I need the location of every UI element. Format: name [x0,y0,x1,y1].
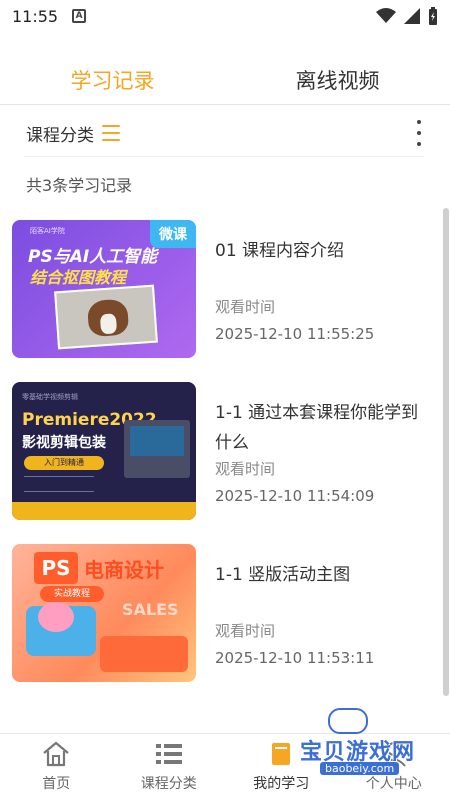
battery-icon [429,7,437,25]
thumb-ps-badge: PS [34,552,78,584]
editing-screen-image [124,420,190,478]
record-title: 01 课程内容介绍 [215,241,345,261]
nav-categories-label: 课程分类 [140,776,197,792]
record-title: 1-1 竖版活动主图 [215,565,351,585]
watermark-logo: 宝贝游戏网 baobeiy.com [300,706,426,776]
status-bar: 11:55 A [0,0,450,32]
view-time-value: 2025-12-10 11:53:11 [215,649,375,667]
nav-home[interactable]: 首页 [0,734,113,800]
thumb-subheadline: 结合抠图教程 [30,268,127,287]
signal-icon [404,8,420,24]
mascot-image [38,602,74,632]
course-thumbnail[interactable]: 零基础学视频剪辑 Premiere2022 影视剪辑包装 入门到精通 [12,382,196,520]
view-time-label: 观看时间 [215,298,276,316]
home-icon [43,741,69,767]
thumb-footer-bar [12,502,196,520]
course-thumbnail[interactable]: 陌客AI学院 PS与AI人工智能 结合抠图教程 微课 [12,220,196,358]
watermark-url: baobeiy.com [320,762,400,775]
filter-divider [24,156,424,157]
thumb-pill: 实战教程 [40,586,104,602]
category-filter-label[interactable]: 课程分类 [26,121,94,146]
nav-profile-label: 个人中心 [365,776,422,792]
more-options-icon[interactable] [414,120,424,146]
list-item[interactable]: 零基础学视频剪辑 Premiere2022 影视剪辑包装 入门到精通 1-1 通… [0,372,450,534]
view-time-label: 观看时间 [215,622,276,640]
filter-row: 课程分类 [0,110,450,156]
gamepad-icon [328,708,368,734]
thumb-headline: 电商设计 [84,558,164,582]
view-time-label: 观看时间 [215,460,276,478]
thumb-subheadline: 影视剪辑包装 [22,435,106,451]
menu-icon[interactable] [102,125,120,141]
record-count: 共3条学习记录 [26,176,133,195]
book-icon [272,743,291,765]
tab-offline-videos[interactable]: 离线视频 [225,56,450,104]
list-item[interactable]: PS 电商设计 实战教程 SALES 1-1 竖版活动主图 观看时间 2025-… [0,534,450,696]
nav-home-label: 首页 [42,776,71,792]
thumb-pill: 入门到精通 [24,456,104,470]
record-title: 1-1 通过本套课程你能学到什么 [215,403,419,453]
wifi-icon [376,8,396,23]
thumb-sales-text: SALES [122,600,179,619]
thumb-card [100,636,188,672]
status-icons [376,7,438,25]
nav-categories[interactable]: 课程分类 [113,734,226,800]
thumb-decoration [24,476,94,492]
view-time-value: 2025-12-10 11:54:09 [215,487,375,505]
top-tabs: 学习记录 离线视频 [0,56,450,104]
thumb-brand: 零基础学视频剪辑 [22,393,78,401]
thumb-brand: 陌客AI学院 [30,227,65,235]
notification-icon: A [72,9,87,23]
list-icon [155,744,182,764]
list-item[interactable]: 陌客AI学院 PS与AI人工智能 结合抠图教程 微课 01 课程内容介绍 观看时… [0,210,450,372]
dog-photo-image [54,284,158,350]
nav-my-study-label: 我的学习 [253,776,310,792]
record-list: 陌客AI学院 PS与AI人工智能 结合抠图教程 微课 01 课程内容介绍 观看时… [0,210,450,696]
status-time: 11:55 [12,6,59,26]
micro-course-badge: 微课 [150,220,196,248]
tabs-divider [0,104,450,105]
view-time-value: 2025-12-10 11:55:25 [215,325,375,343]
tab-study-records[interactable]: 学习记录 [0,56,225,104]
course-thumbnail[interactable]: PS 电商设计 实战教程 SALES [12,544,196,682]
scrollbar[interactable] [443,208,449,696]
